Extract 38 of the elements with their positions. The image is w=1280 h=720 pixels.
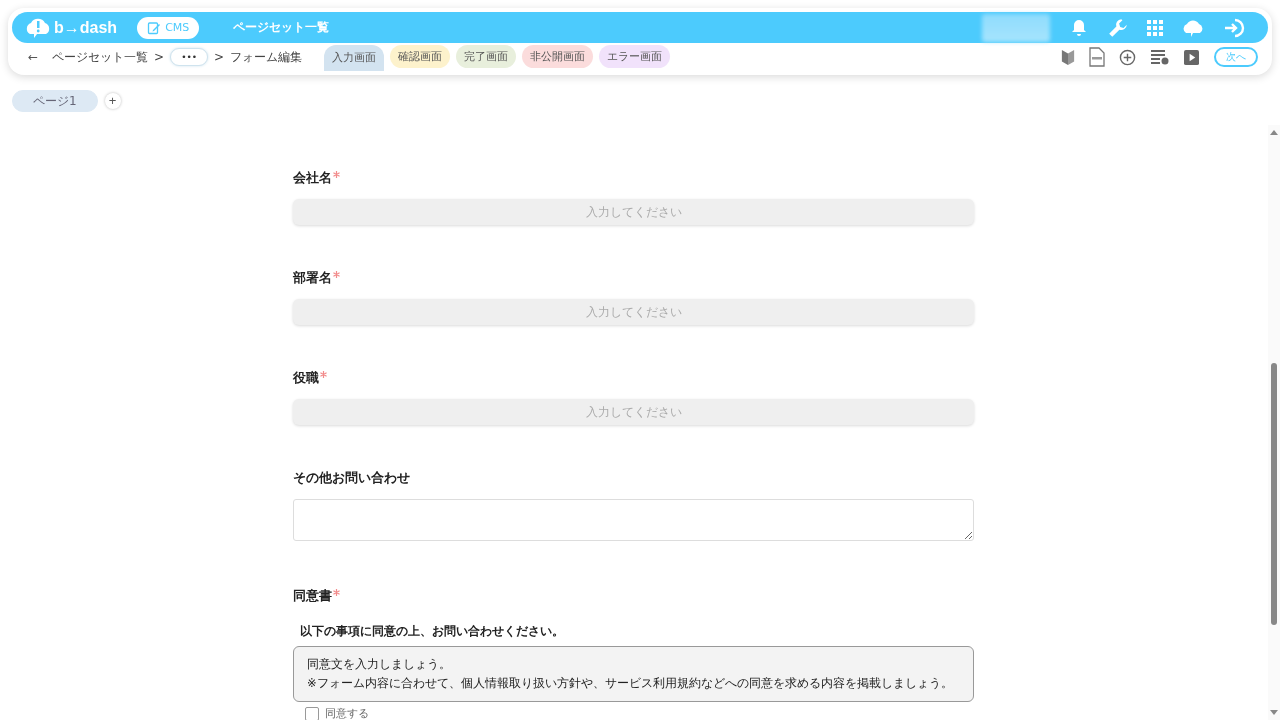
sign-in-icon[interactable] xyxy=(1223,16,1247,39)
field-label: その他お問い合わせ xyxy=(293,469,410,487)
breadcrumb-link[interactable]: ページセット一覧 xyxy=(52,48,149,66)
grid-icon[interactable] xyxy=(1147,19,1163,36)
scroll-up-arrow[interactable] xyxy=(1270,130,1278,135)
screen-tab[interactable]: 確認画面 xyxy=(390,45,451,68)
add-circle-icon[interactable] xyxy=(1119,48,1136,66)
field-label: 同意書 xyxy=(293,587,332,605)
consent-text: ※フォーム内容に合わせて、個人情報取り扱い方針や、サービス利用規約などへの同意を求める内容を掲載しましょう。 xyxy=(307,676,954,691)
page-tab[interactable]: ページ1 xyxy=(12,90,98,112)
list-settings-icon[interactable] xyxy=(1150,49,1170,65)
breadcrumb-separator: > xyxy=(214,50,225,64)
edit-icon xyxy=(147,20,162,35)
blurred-user-info xyxy=(982,13,1050,42)
scrollbar-thumb[interactable] xyxy=(1271,363,1277,625)
more-button[interactable]: ••• xyxy=(170,48,209,66)
add-page-button[interactable]: + xyxy=(104,93,121,109)
screen-tab[interactable]: 入力画面 xyxy=(324,45,385,71)
screen-tab[interactable]: 完了画面 xyxy=(456,45,517,68)
checkbox[interactable] xyxy=(305,706,319,720)
html-file-icon[interactable] xyxy=(1089,47,1105,67)
consent-heading: 以下の事項に同意の上、お問い合わせください。 xyxy=(300,623,565,640)
field-label: 役職 xyxy=(293,369,319,387)
wrench-icon[interactable] xyxy=(1107,16,1129,39)
scroll-down-arrow[interactable] xyxy=(1270,710,1278,715)
back-arrow[interactable]: ← xyxy=(28,50,39,64)
breadcrumb-separator: > xyxy=(154,50,165,64)
logo-text: b→dash xyxy=(54,18,118,37)
field-label: 会社名 xyxy=(293,169,332,187)
checkbox-label[interactable]: 同意する xyxy=(325,706,369,720)
screen-tab[interactable]: 非公開画面 xyxy=(522,45,594,68)
field-label: 部署名 xyxy=(293,269,332,287)
scrollbar[interactable] xyxy=(1268,125,1280,720)
play-icon[interactable] xyxy=(1184,49,1199,65)
screen-tab[interactable]: エラー画面 xyxy=(599,45,671,68)
consent-text: 同意文を入力しましょう。 xyxy=(307,657,452,672)
page-title: ページセット一覧 xyxy=(233,19,330,36)
breadcrumb-current: フォーム編集 xyxy=(230,48,303,66)
